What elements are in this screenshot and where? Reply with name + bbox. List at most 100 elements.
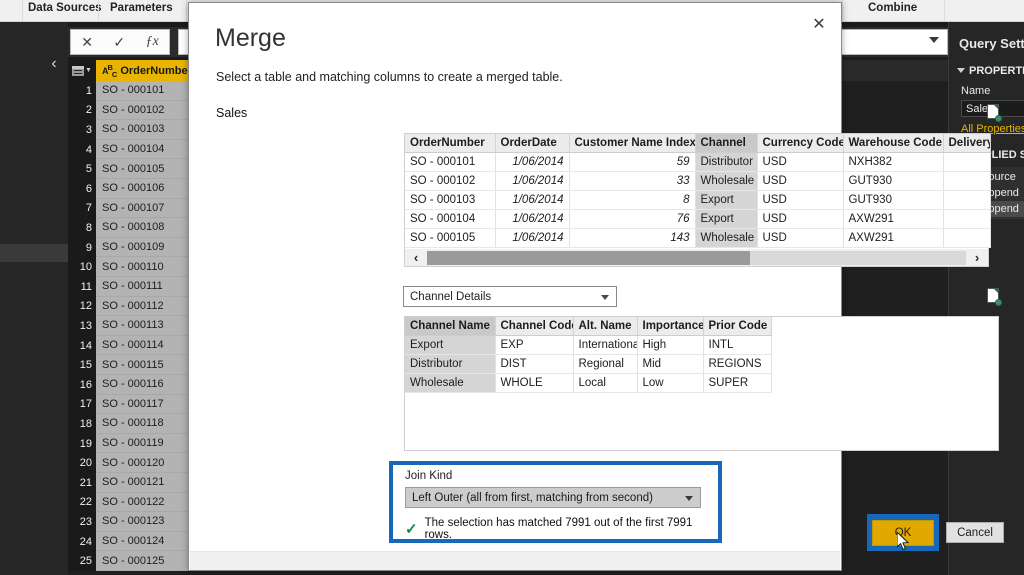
collapse-pane-icon[interactable]: ‹ xyxy=(44,52,64,76)
join-kind-label: Join Kind xyxy=(405,470,453,482)
formula-fx-icon[interactable]: ƒx xyxy=(146,34,159,50)
table-cell: NXH382 xyxy=(843,152,944,172)
scroll-right-icon[interactable]: › xyxy=(966,250,988,265)
table-cell: 1/06/2014 xyxy=(495,152,570,172)
column-header[interactable]: Warehouse Code xyxy=(843,134,944,153)
table-cell: SO - 000105 xyxy=(405,228,496,248)
table-row: SO - 000101 1/06/2014 59 Distributor USD NXH3… xyxy=(405,152,991,172)
scroll-left-icon[interactable]: ‹ xyxy=(405,250,427,265)
table-cell: SO - 000104 xyxy=(405,209,496,229)
row-number: 8 xyxy=(68,218,96,238)
column-header[interactable]: Delivery Region xyxy=(943,134,991,153)
row-number: 9 xyxy=(68,237,96,258)
ok-button-highlight: OK xyxy=(867,514,939,551)
table-cell: 8 xyxy=(569,190,696,210)
column-header[interactable]: Customer Name Index xyxy=(569,134,696,153)
second-table-select[interactable]: Channel Details xyxy=(403,286,617,307)
cancel-button[interactable]: Cancel xyxy=(946,522,1004,543)
table-cell xyxy=(943,152,991,172)
ok-button[interactable]: OK xyxy=(872,519,934,546)
table-cell: DIST xyxy=(495,354,574,374)
row-number: 4 xyxy=(68,139,96,160)
column-header[interactable]: Prior Code xyxy=(703,317,772,336)
row-number: 15 xyxy=(68,355,96,375)
column-header[interactable]: Importance xyxy=(637,317,704,336)
first-table-preview[interactable]: OrderNumber OrderDate Customer Name Index C… xyxy=(404,133,991,250)
table-cell-filler xyxy=(771,335,998,355)
column-header[interactable]: Currency Code xyxy=(757,134,844,153)
table-cell: 1/06/2014 xyxy=(495,171,570,191)
table-row: SO - 000103 1/06/2014 8 Export USD GUT930 xyxy=(405,190,991,210)
column-header[interactable]: Channel Name xyxy=(405,317,496,336)
table-row: SO - 000104 1/06/2014 76 Export USD AXW291 xyxy=(405,209,991,229)
second-table-select-value: Channel Details xyxy=(410,290,492,303)
table-cell: 76 xyxy=(569,209,696,229)
join-kind-value: Left Outer (all from first, matching fro… xyxy=(412,491,653,504)
fuzzy-match-icon[interactable] xyxy=(987,104,1002,122)
column-header[interactable]: Channel Code xyxy=(495,317,574,336)
check-icon: ✓ xyxy=(405,521,418,538)
second-table-preview[interactable]: Channel Name Channel Code Alt. Name Importa… xyxy=(404,316,999,451)
properties-section-header[interactable]: PROPERTIES xyxy=(949,51,1024,77)
table-row: SO - 000102 1/06/2014 33 Wholesale USD GUT930 xyxy=(405,171,991,191)
table-row: Distributor DIST Regional Mid REGIONS xyxy=(405,354,998,374)
ribbon-tab-combine[interactable]: Combine xyxy=(868,2,917,14)
match-status-text: The selection has matched 7991 out of th… xyxy=(424,517,693,541)
table-cell: 1/06/2014 xyxy=(495,209,570,229)
row-number: 7 xyxy=(68,198,96,219)
table-cell: GUT930 xyxy=(843,190,944,210)
join-kind-section: Join Kind Left Outer (all from first, ma… xyxy=(389,461,722,543)
dialog-title: Merge xyxy=(215,24,286,52)
table-cell: SUPER xyxy=(703,373,772,393)
column-header[interactable]: Channel xyxy=(695,134,758,153)
table-cell: REGIONS xyxy=(703,354,772,374)
ribbon-divider xyxy=(98,0,99,22)
query-settings-pane: Query Settings PROPERTIES Name Sales All… xyxy=(948,22,1024,575)
row-number: 12 xyxy=(68,296,96,317)
chevron-down-icon xyxy=(601,295,609,300)
table-cell xyxy=(943,228,991,248)
fuzzy-match-icon[interactable] xyxy=(987,288,1002,306)
formula-accept-icon[interactable]: ✓ xyxy=(113,34,125,51)
table-cell: SO - 000101 xyxy=(405,152,496,172)
row-number: 25 xyxy=(68,551,96,571)
table-cell: 1/06/2014 xyxy=(495,228,570,248)
row-number: 6 xyxy=(68,179,96,199)
table-cell: High xyxy=(637,335,704,355)
scrollbar-track[interactable] xyxy=(427,250,966,265)
table-cell: 59 xyxy=(569,152,696,172)
table-cell xyxy=(943,171,991,191)
row-number: 22 xyxy=(68,492,96,513)
table-cell: 33 xyxy=(569,171,696,191)
join-kind-select[interactable]: Left Outer (all from first, matching fro… xyxy=(405,487,701,508)
merge-dialog: ✕ Merge Select a table and matching colu… xyxy=(188,2,1004,571)
table-cell: Export xyxy=(695,209,758,229)
table-cell: GUT930 xyxy=(843,171,944,191)
column-header[interactable]: Alt. Name xyxy=(573,317,638,336)
table-cell: USD xyxy=(757,209,844,229)
row-number: 13 xyxy=(68,316,96,336)
column-header[interactable]: OrderDate xyxy=(495,134,570,153)
table-cell: Export xyxy=(695,190,758,210)
formula-bar-actions: ✕ ✓ ƒx xyxy=(70,29,170,55)
table-cell: International xyxy=(573,335,638,355)
row-number: 20 xyxy=(68,453,96,473)
ribbon-tab-parameters[interactable]: Parameters xyxy=(110,2,173,14)
row-number: 1 xyxy=(68,81,96,101)
scrollbar-thumb[interactable] xyxy=(427,250,751,265)
chevron-down-icon[interactable] xyxy=(929,37,939,43)
column-header[interactable]: OrderNumber xyxy=(405,134,496,153)
formula-cancel-icon[interactable]: ✕ xyxy=(81,34,93,51)
table-cell: EXP xyxy=(495,335,574,355)
close-icon[interactable]: ✕ xyxy=(805,11,833,37)
row-number: 19 xyxy=(68,433,96,454)
row-number: 3 xyxy=(68,120,96,140)
table-icon[interactable]: ▼ xyxy=(68,60,96,81)
queries-pane-selected-item[interactable] xyxy=(0,244,68,262)
row-number: 10 xyxy=(68,257,96,277)
table-row: Wholesale WHOLE Local Low SUPER xyxy=(405,373,998,393)
ribbon-tab-data-sources[interactable]: Data Sources xyxy=(28,2,102,14)
table-cell: AXW291 xyxy=(843,228,944,248)
first-table-hscrollbar[interactable]: ‹ › xyxy=(404,249,989,267)
table-cell xyxy=(943,209,991,229)
